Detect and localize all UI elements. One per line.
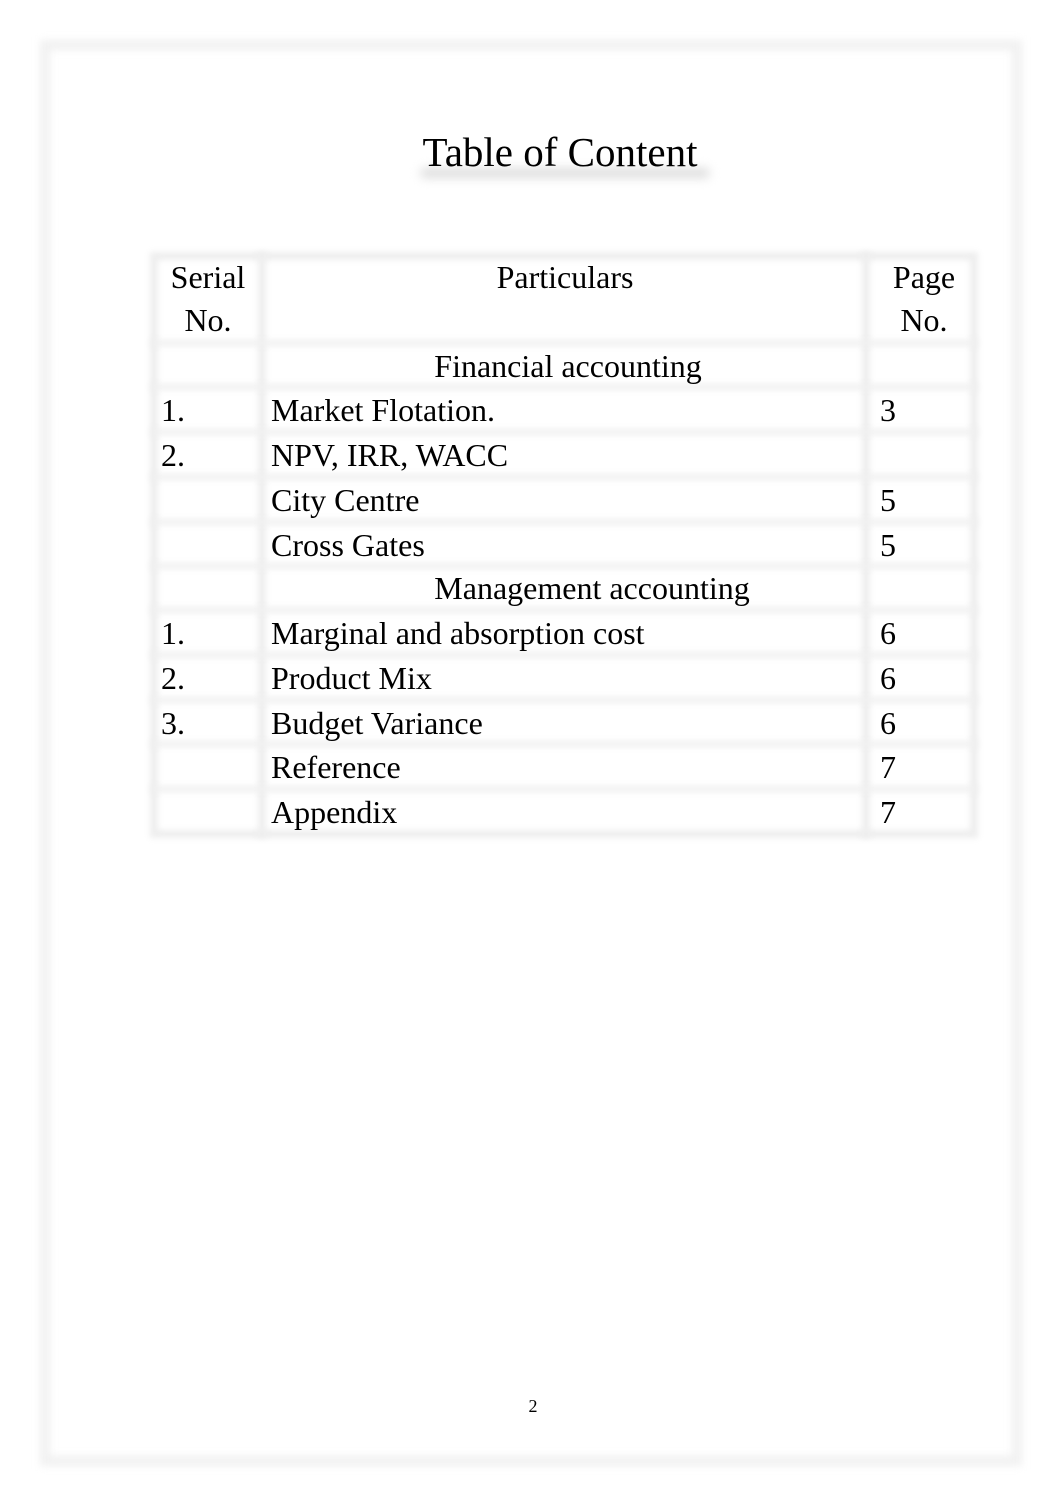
particulars-cell: Appendix xyxy=(271,794,398,830)
serial-cell: 2. xyxy=(161,660,185,696)
particulars-cell: Reference xyxy=(271,749,401,785)
particulars-cell: City Centre xyxy=(271,482,420,518)
page-number: 2 xyxy=(528,1396,538,1416)
section-title: Financial accounting xyxy=(434,348,702,384)
particulars-cell: NPV, IRR, WACC xyxy=(271,437,509,473)
header-serial: Serial No. xyxy=(170,259,246,338)
page-title: Table of Content xyxy=(422,129,698,175)
page-cell: 5 xyxy=(880,527,896,563)
serial-cell: 2. xyxy=(161,437,185,473)
serial-cell: 3. xyxy=(161,705,185,741)
particulars-cell: Budget Variance xyxy=(271,705,483,741)
page-cell: 6 xyxy=(880,705,896,741)
page-cell: 7 xyxy=(880,749,896,785)
header-page: Page No. xyxy=(892,259,956,338)
particulars-cell: Marginal and absorption cost xyxy=(271,615,645,651)
section-title: Management accounting xyxy=(434,570,750,606)
page-cell: 5 xyxy=(880,482,896,518)
particulars-cell: Market Flotation. xyxy=(271,392,495,428)
serial-cell: 1. xyxy=(161,615,185,651)
page-cell: 6 xyxy=(880,660,896,696)
header-particulars: Particulars xyxy=(496,259,634,295)
page-cell: 7 xyxy=(880,794,896,830)
particulars-cell: Cross Gates xyxy=(271,527,425,563)
serial-cell: 1. xyxy=(161,392,185,428)
particulars-cell: Product Mix xyxy=(271,660,432,696)
page-cell: 3 xyxy=(880,392,896,428)
page-cell: 6 xyxy=(880,615,896,651)
